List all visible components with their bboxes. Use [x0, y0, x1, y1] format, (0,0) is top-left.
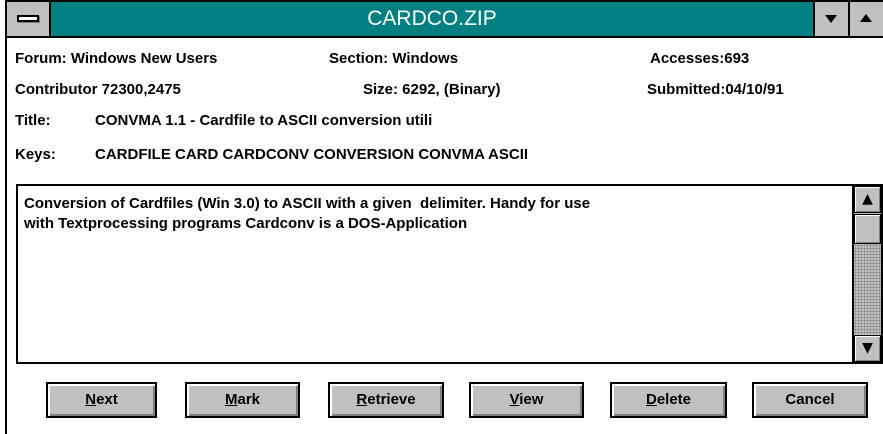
- cardco-window: CARDCO.ZIP Forum: Windows New Users Sect…: [0, 0, 883, 434]
- mark-button[interactable]: Mark: [185, 382, 300, 418]
- system-menu-button[interactable]: [7, 2, 51, 36]
- description-text: Conversion of Cardfiles (Win 3.0) to ASC…: [24, 195, 591, 232]
- retrieve-button[interactable]: Retrieve: [328, 382, 444, 418]
- section-label: Section: Windows: [329, 50, 459, 67]
- scroll-up-button[interactable]: ▲: [854, 186, 881, 213]
- scroll-track[interactable]: [854, 244, 881, 334]
- submitted-label: Submitted:04/10/91: [647, 81, 784, 98]
- system-menu-icon: [17, 15, 39, 22]
- view-mnemonic: V: [509, 391, 520, 408]
- mark-mnemonic: M: [224, 391, 238, 408]
- mark-label: ark: [237, 391, 261, 408]
- description-textbox[interactable]: Conversion of Cardfiles (Win 3.0) to ASC…: [16, 184, 883, 364]
- button-bar: Next Mark Retrieve View Delete Cancel: [16, 366, 883, 434]
- maximize-arrow-icon: [860, 14, 872, 22]
- retrieve-mnemonic: R: [356, 391, 368, 408]
- maximize-button[interactable]: [848, 2, 883, 36]
- size-label: Size: 6292, (Binary): [363, 81, 501, 98]
- window-left-frame: [0, 0, 7, 434]
- retrieve-label: etrieve: [367, 391, 416, 408]
- vertical-scrollbar[interactable]: ▲ ▼: [852, 186, 881, 362]
- title-bar[interactable]: CARDCO.ZIP: [7, 0, 883, 38]
- scroll-down-button[interactable]: ▼: [854, 335, 881, 362]
- minimize-button[interactable]: [813, 2, 848, 36]
- next-mnemonic: N: [85, 391, 97, 408]
- accesses-label: Accesses:693: [650, 50, 750, 67]
- scroll-thumb[interactable]: [854, 214, 881, 244]
- delete-button[interactable]: Delete: [610, 382, 727, 418]
- title-field-label: Title:: [15, 112, 51, 129]
- title-field-value: CONVMA 1.1 - Cardfile to ASCII conversio…: [95, 112, 433, 129]
- view-button[interactable]: View: [469, 382, 584, 418]
- minimize-arrow-icon: [825, 15, 837, 23]
- delete-mnemonic: D: [645, 391, 657, 408]
- view-label: iew: [519, 391, 544, 408]
- window-title: CARDCO.ZIP: [367, 7, 497, 30]
- next-label: ext: [96, 391, 118, 408]
- keys-field-label: Keys:: [15, 146, 56, 163]
- keys-field-value: CARDFILE CARD CARDCONV CONVERSION CONVMA…: [95, 146, 529, 163]
- next-button[interactable]: Next: [46, 382, 157, 418]
- scroll-down-arrow-icon: ▼: [862, 340, 873, 356]
- scroll-up-arrow-icon: ▲: [862, 191, 873, 207]
- cancel-button[interactable]: Cancel: [752, 382, 868, 418]
- forum-label: Forum: Windows New Users: [15, 50, 218, 67]
- file-info-panel: Forum: Windows New Users Section: Window…: [9, 38, 883, 182]
- contributor-label: Contributor 72300,2475: [15, 81, 181, 98]
- delete-label: elete: [656, 391, 692, 408]
